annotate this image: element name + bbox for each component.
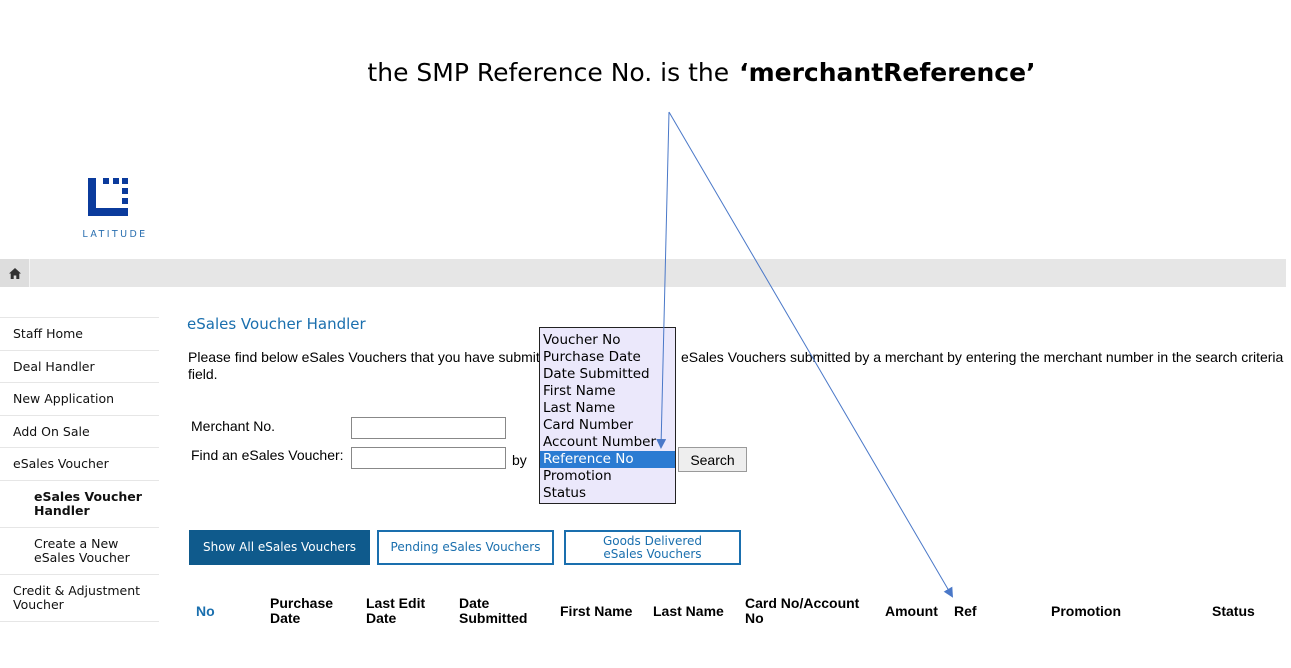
column-header-last-name: Last Name xyxy=(653,603,724,619)
sidebar-item-add-on-sale[interactable]: Add On Sale xyxy=(0,414,159,448)
dropdown-option-date-submitted[interactable]: Date Submitted xyxy=(540,366,675,383)
home-icon xyxy=(8,267,21,279)
dropdown-option-first-name[interactable]: First Name xyxy=(540,383,675,400)
column-header-promotion: Promotion xyxy=(1051,603,1121,619)
annotation-highlight: ‘merchantReference’ xyxy=(739,58,1036,87)
sidebar-item-label: Staff Home xyxy=(13,326,83,342)
search-button[interactable]: Search xyxy=(678,447,747,472)
column-header-date-submitted: Date Submitted xyxy=(459,595,528,626)
column-header-status: Status xyxy=(1212,603,1255,619)
find-voucher-label: Find an eSales Voucher: xyxy=(191,447,344,463)
column-header-no[interactable]: No xyxy=(196,604,215,619)
sidebar-item-esales-voucher[interactable]: eSales Voucher xyxy=(0,447,159,480)
dropdown-option-card-number[interactable]: Card Number xyxy=(540,417,675,434)
column-header-last-edit-date: Last Edit Date xyxy=(366,595,426,626)
sidebar-item-label: Add On Sale xyxy=(13,423,90,439)
page-description: Please find below eSales Vouchers that y… xyxy=(188,349,1288,383)
by-label: by xyxy=(512,452,527,468)
goods-delivered-vouchers-button[interactable]: Goods Delivered eSales Vouchers xyxy=(564,530,741,565)
column-header-ref: Ref xyxy=(954,603,977,619)
sidebar-item-label: New Application xyxy=(13,391,115,407)
sidebar: Staff Home Deal Handler New Application … xyxy=(0,317,159,622)
dropdown-option-purchase-date[interactable]: Purchase Date xyxy=(540,349,675,366)
show-all-vouchers-button[interactable]: Show All eSales Vouchers xyxy=(189,530,370,565)
sidebar-item-credit-adjustment-voucher[interactable]: Credit & Adjustment Voucher xyxy=(0,573,159,621)
sidebar-item-deal-handler[interactable]: Deal Handler xyxy=(0,349,159,383)
top-navbar xyxy=(0,259,1286,287)
find-voucher-input[interactable] xyxy=(351,447,506,469)
sidebar-item-new-application[interactable]: New Application xyxy=(0,382,159,415)
column-header-purchase-date: Purchase Date xyxy=(270,595,334,626)
sidebar-item-esales-voucher-handler[interactable]: eSales Voucher Handler xyxy=(0,479,159,527)
page-title: eSales Voucher Handler xyxy=(187,315,366,333)
sidebar-item-label: Deal Handler xyxy=(13,358,95,374)
sidebar-item-create-esales-voucher[interactable]: Create a New eSales Voucher xyxy=(0,526,159,574)
latitude-logo[interactable]: LATITUDE xyxy=(70,176,160,246)
column-header-first-name: First Name xyxy=(560,603,633,619)
dropdown-option-account-number[interactable]: Account Number xyxy=(540,434,675,451)
annotation-prefix: the SMP Reference No. is the xyxy=(367,58,730,87)
home-button[interactable] xyxy=(0,259,30,287)
description-part-a: Please find below eSales Vouchers that y… xyxy=(188,349,540,365)
sidebar-item-staff-home[interactable]: Staff Home xyxy=(0,317,159,350)
dropdown-option-reference-no[interactable]: Reference No xyxy=(540,451,675,468)
sidebar-item-label: eSales Voucher xyxy=(13,456,109,472)
merchant-no-input[interactable] xyxy=(351,417,506,439)
sidebar-item-label: eSales Voucher Handler xyxy=(34,488,142,518)
dropdown-option-last-name[interactable]: Last Name xyxy=(540,400,675,417)
pending-vouchers-button[interactable]: Pending eSales Vouchers xyxy=(377,530,554,565)
description-part-c: field. xyxy=(188,366,218,382)
dropdown-option-voucher-no[interactable]: Voucher No xyxy=(540,332,675,349)
search-field-dropdown[interactable]: Voucher No Purchase Date Date Submitted … xyxy=(539,327,676,504)
dropdown-option-status[interactable]: Status xyxy=(540,485,675,502)
column-header-amount: Amount xyxy=(885,603,938,619)
sidebar-item-label: Create a New eSales Voucher xyxy=(34,535,130,565)
logo-text: LATITUDE xyxy=(82,229,148,240)
description-part-b: eSales Vouchers submitted by a merchant … xyxy=(681,349,1284,365)
dropdown-option-promotion[interactable]: Promotion xyxy=(540,468,675,485)
logo-mark-icon xyxy=(88,178,128,216)
sidebar-item-label: Credit & Adjustment Voucher xyxy=(13,582,141,612)
merchant-no-label: Merchant No. xyxy=(191,418,276,434)
column-header-card-account-no: Card No/Account No xyxy=(745,595,860,626)
annotation-caption: the SMP Reference No. is the ‘merchantRef… xyxy=(0,58,1291,87)
